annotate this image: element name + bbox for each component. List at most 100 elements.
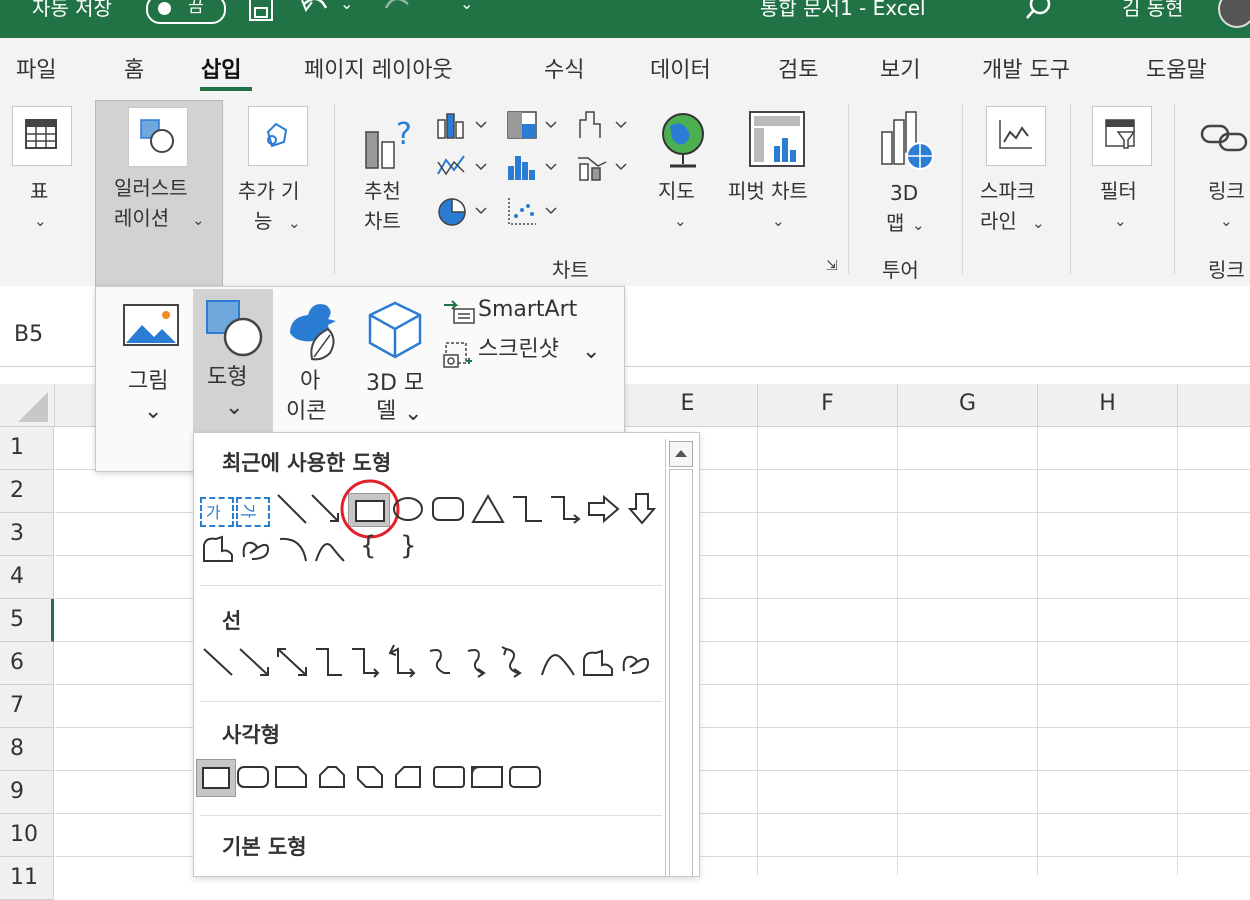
3d-map-button[interactable]: 3D 맵 ⌄ (862, 104, 948, 244)
row-header-1[interactable]: 1 (0, 427, 54, 470)
row-header-2[interactable]: 2 (0, 470, 54, 513)
statistic-chart-icon[interactable] (506, 152, 566, 182)
3d-map-label-2: 맵 (886, 211, 905, 235)
column-header-f[interactable]: F (758, 384, 898, 427)
sparklines-label-1: 스파크 (980, 179, 1036, 203)
pie-chart-icon[interactable] (436, 196, 496, 228)
rounded-rectangle-shape[interactable] (430, 495, 466, 523)
pivot-chart-label: 피벗 차트 (728, 179, 808, 203)
sparklines-label-2: 라인 (980, 209, 1017, 233)
right-arrow-shape[interactable] (586, 493, 622, 525)
tab-help[interactable]: 도움말 (1146, 52, 1207, 84)
gridline (1177, 426, 1178, 875)
link-button[interactable]: 링크 ⌄ (1190, 104, 1250, 244)
screenshot-label: 스크린샷 (478, 337, 559, 362)
undo-dropdown-icon[interactable]: ⌄ (340, 0, 353, 13)
column-header-g[interactable]: G (898, 384, 1038, 427)
lines-row (203, 644, 650, 678)
left-brace-shape[interactable]: { (360, 531, 377, 561)
combo-chart-icon[interactable] (576, 152, 636, 182)
tab-view[interactable]: 보기 (880, 52, 920, 84)
recommended-charts-icon: ? (365, 117, 412, 169)
filters-label: 필터 (1100, 179, 1137, 203)
row-header-8[interactable]: 8 (0, 728, 54, 771)
column-header-i[interactable] (1178, 384, 1250, 427)
arc-shape[interactable] (276, 533, 312, 565)
bird-leaf-icon (290, 304, 336, 361)
3d-models-button[interactable]: 3D 모 델 ⌄ (354, 293, 436, 443)
tab-formulas[interactable]: 수식 (544, 52, 584, 84)
oval-shape[interactable] (390, 495, 426, 523)
tab-review[interactable]: 검토 (778, 52, 818, 84)
row-header-7[interactable]: 7 (0, 685, 54, 728)
triangle-shape[interactable] (470, 493, 506, 525)
select-all-corner[interactable] (0, 384, 55, 427)
tab-data[interactable]: 데이터 (650, 52, 711, 84)
row-header-10[interactable]: 10 (0, 814, 54, 857)
smartart-button[interactable]: SmartArt (442, 295, 618, 329)
maps-button[interactable]: 지도 ⌄ (650, 104, 714, 244)
avatar[interactable] (1218, 0, 1250, 28)
autosave-toggle[interactable]: 끔 (146, 0, 226, 24)
row-header-4[interactable]: 4 (0, 556, 54, 599)
gallery-scrollbar[interactable] (665, 439, 694, 876)
redo-icon[interactable] (378, 0, 414, 24)
addins-button[interactable]: 추가 기 능 ⌄ (236, 104, 320, 244)
textbox-horizontal-shape[interactable]: 가 (200, 497, 234, 527)
column-chart-icon[interactable] (436, 110, 496, 140)
dialog-launcher-icon[interactable]: ⇲ (826, 258, 838, 274)
scroll-thumb[interactable] (669, 469, 693, 876)
recommended-charts-button[interactable]: ? 추천 차트 (356, 104, 424, 244)
row-header-5[interactable]: 5 (0, 599, 54, 642)
sparklines-button[interactable]: 스파크 라인 ⌄ (976, 104, 1060, 244)
name-box[interactable]: B5 (14, 322, 43, 347)
save-icon[interactable] (246, 0, 278, 26)
down-arrow-shape[interactable] (626, 491, 658, 527)
scribble-shape[interactable] (238, 533, 274, 565)
right-brace-shape[interactable]: } (400, 531, 417, 561)
search-icon[interactable] (1024, 0, 1054, 24)
scatter-chart-icon[interactable] (506, 196, 566, 228)
scroll-up-button[interactable] (669, 441, 693, 467)
pivot-chart-button[interactable]: 피벗 차트 ⌄ (724, 104, 834, 244)
svg-text:?: ? (396, 117, 412, 152)
illustrations-label-2: 레이션 (114, 206, 170, 230)
curve-shape[interactable] (312, 533, 348, 565)
tab-developer[interactable]: 개발 도구 (982, 52, 1070, 84)
row-header-11[interactable]: 11 (0, 857, 54, 900)
elbow-arrow-connector-shape[interactable] (548, 493, 584, 525)
hierarchy-chart-icon[interactable] (506, 110, 566, 140)
rectangle-shape[interactable] (196, 759, 236, 797)
3d-models-label-2: 델 (376, 399, 397, 424)
row-header-3[interactable]: 3 (0, 513, 54, 556)
tab-page-layout[interactable]: 페이지 레이아웃 (304, 52, 453, 84)
textbox-vertical-shape[interactable]: 가 (236, 497, 270, 527)
waterfall-chart-icon[interactable] (576, 110, 636, 140)
table-button[interactable]: 표 ⌄ (10, 104, 74, 244)
elbow-connector-shape[interactable] (510, 493, 546, 525)
cube-icon (368, 301, 422, 359)
column-header-e[interactable]: E (618, 384, 758, 427)
arrow-line-shape[interactable] (308, 491, 344, 527)
pictures-button[interactable]: 그림 ⌄ (110, 293, 192, 443)
freeform-shape[interactable] (200, 533, 236, 565)
tab-home[interactable]: 홈 (124, 52, 144, 84)
recommended-charts-label-1: 추천 (364, 179, 401, 203)
section-separator (200, 815, 662, 816)
filter-icon (1105, 119, 1136, 149)
shapes-gallery: 최근에 사용한 도형 가 가 { } 선 사각형 기본 도형 (193, 432, 700, 877)
chevron-down-icon: ⌄ (772, 212, 785, 230)
tab-insert[interactable]: 삽입 (201, 52, 241, 84)
screenshot-button[interactable]: 스크린샷 ⌄ (442, 337, 618, 371)
row-header-6[interactable]: 6 (0, 642, 54, 685)
qat-customize-icon[interactable]: ⌄ (460, 0, 473, 13)
line-chart-icon[interactable] (436, 152, 496, 182)
row-header-9[interactable]: 9 (0, 771, 54, 814)
undo-icon[interactable] (298, 0, 334, 24)
line-shape[interactable] (274, 491, 310, 527)
filters-button[interactable]: 필터 ⌄ (1084, 104, 1160, 244)
icons-button[interactable]: 아 이콘 (276, 293, 352, 443)
tab-file[interactable]: 파일 (16, 52, 56, 84)
illustrations-button[interactable]: 일러스트 레이션 ⌄ (95, 100, 223, 288)
column-header-h[interactable]: H (1038, 384, 1178, 427)
